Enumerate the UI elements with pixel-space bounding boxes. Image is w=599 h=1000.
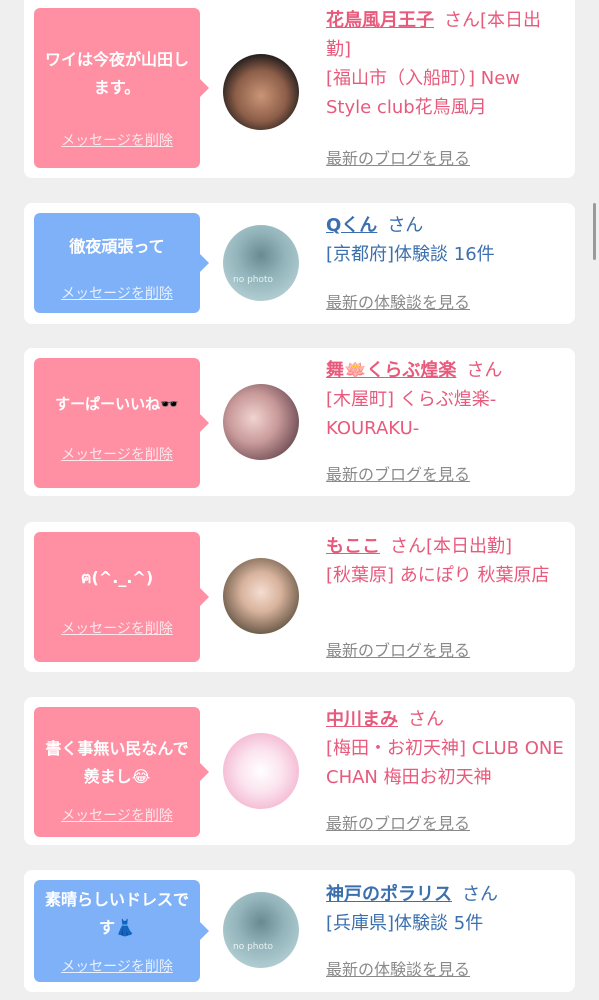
message-card: ฅ(^._.^) メッセージを削除 もここ さん[本日出勤] [秋葉原] あにぽり… (24, 522, 575, 672)
message-bubble: 素晴らしいドレスです👗 メッセージを削除 (34, 880, 209, 982)
message-bubble: すーぱーいいね🕶️ メッセージを削除 (34, 358, 209, 488)
user-name-link[interactable]: Qくん (326, 215, 377, 236)
message-bubble: 徹夜頑張って メッセージを削除 (34, 213, 209, 313)
user-name-link[interactable]: 中川まみ (326, 709, 398, 730)
avatar[interactable] (223, 558, 299, 634)
message-text: ワイは今夜が山田します。 (44, 50, 189, 97)
latest-review-link[interactable]: 最新の体験談を見る (326, 289, 470, 313)
honorific: さん (466, 360, 503, 381)
review-detail: [兵庫県]体験談 5件 (326, 913, 484, 934)
review-detail: [京都府]体験談 16件 (326, 244, 495, 265)
message-bubble: ฅ(^._.^) メッセージを削除 (34, 532, 209, 662)
latest-blog-link[interactable]: 最新のブログを見る (326, 637, 470, 661)
honorific: さん (390, 536, 426, 557)
latest-blog-link[interactable]: 最新のブログを見る (326, 810, 470, 834)
avatar[interactable] (223, 54, 299, 130)
message-text: 素晴らしいドレスです👗 (44, 890, 189, 937)
avatar[interactable] (223, 384, 299, 460)
delete-message-link[interactable]: メッセージを削除 (34, 805, 200, 825)
message-card: ワイは今夜が山田します。 メッセージを削除 花鳥風月王子 さん[本日出勤] [福山… (24, 0, 575, 178)
user-name-link[interactable]: 花鳥風月王子 (326, 10, 434, 31)
latest-blog-link[interactable]: 最新のブログを見る (326, 461, 470, 485)
honorific: さん (444, 10, 480, 31)
avatar-no-photo[interactable]: no photo (223, 892, 299, 968)
delete-message-link[interactable]: メッセージを削除 (34, 956, 200, 976)
status-badge: [本日出勤] (426, 536, 513, 557)
shop-detail: [秋葉原] あにぽり 秋葉原店 (326, 565, 550, 586)
avatar[interactable] (223, 733, 299, 809)
avatar-no-photo[interactable]: no photo (223, 225, 299, 301)
latest-review-link[interactable]: 最新の体験談を見る (326, 956, 470, 980)
scrollbar[interactable] (593, 203, 596, 260)
user-name-link[interactable]: もここ (326, 536, 380, 557)
message-text: 書く事無い民なんで羨まし😂 (45, 739, 189, 786)
latest-blog-link[interactable]: 最新のブログを見る (326, 145, 470, 169)
user-name-link[interactable]: 舞🪷くらぶ煌楽 (326, 360, 456, 381)
message-text: ฅ(^._.^) (80, 568, 154, 587)
delete-message-link[interactable]: メッセージを削除 (34, 130, 200, 150)
message-card: 徹夜頑張って メッセージを削除 no photo Qくん さん [京都府]体験談 … (24, 203, 575, 324)
message-card: 書く事無い民なんで羨まし😂 メッセージを削除 中川まみ さん [梅田・お初天神] … (24, 697, 575, 845)
no-photo-label: no photo (233, 942, 274, 952)
no-photo-label: no photo (233, 275, 274, 285)
delete-message-link[interactable]: メッセージを削除 (34, 444, 200, 464)
honorific: さん (462, 884, 498, 905)
shop-detail: [福山市（入船町）] New Style club花鳥風月 (326, 68, 521, 118)
user-name-link[interactable]: 神戸のポラリス (326, 884, 452, 905)
shop-detail: [木屋町] くらぶ煌楽-KOURAKU- (326, 389, 497, 439)
message-bubble: 書く事無い民なんで羨まし😂 メッセージを削除 (34, 707, 209, 837)
shop-detail: [梅田・お初天神] CLUB ONE CHAN 梅田お初天神 (326, 738, 564, 788)
honorific: さん (408, 709, 444, 730)
message-bubble: ワイは今夜が山田します。 メッセージを削除 (34, 8, 209, 168)
message-text: 徹夜頑張って (69, 237, 165, 256)
message-text: すーぱーいいね🕶️ (55, 395, 179, 413)
delete-message-link[interactable]: メッセージを削除 (34, 283, 200, 303)
message-card: すーぱーいいね🕶️ メッセージを削除 舞🪷くらぶ煌楽 さん [木屋町] くらぶ煌楽… (24, 348, 575, 496)
honorific: さん (387, 215, 424, 236)
delete-message-link[interactable]: メッセージを削除 (34, 618, 200, 638)
message-card: 素晴らしいドレスです👗 メッセージを削除 no photo 神戸のポラリス さん … (24, 870, 575, 992)
